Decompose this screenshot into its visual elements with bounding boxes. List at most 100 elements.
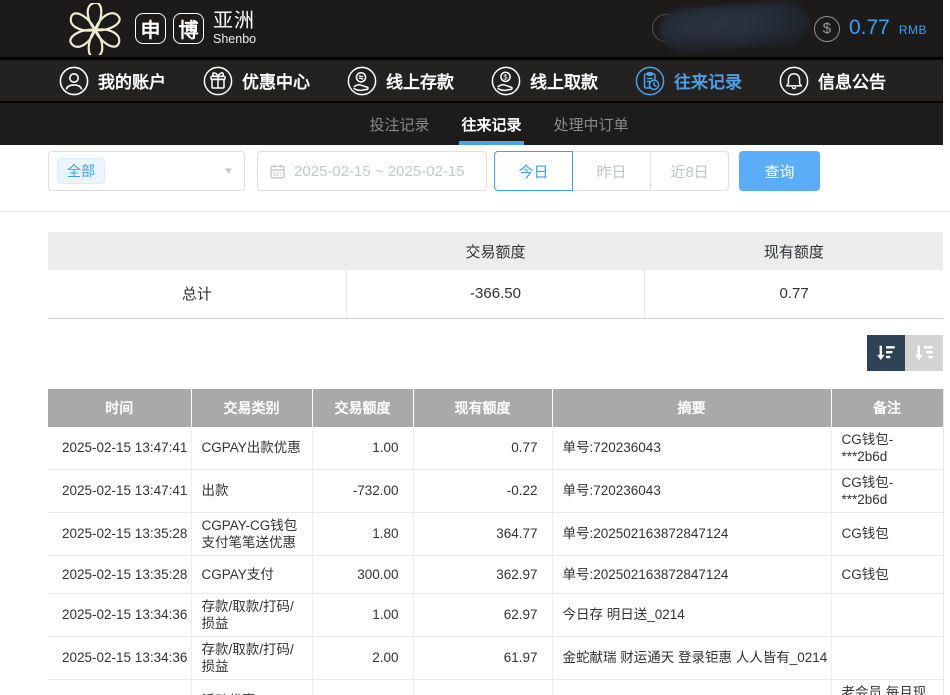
table-cell: CG钱包-***2b6d — [831, 427, 943, 470]
table-cell: -732.00 — [312, 469, 413, 512]
summary-header-transaction: 交易额度 — [346, 232, 644, 270]
sort-descending-button[interactable] — [867, 335, 905, 371]
table-cell — [831, 593, 943, 636]
chevron-down-icon: ▼ — [223, 166, 234, 176]
balance-display: $ 0.77 RMB — [814, 16, 927, 42]
col-header-amount: 交易额度 — [312, 389, 413, 427]
sort-ascending-button[interactable] — [905, 335, 943, 371]
transaction-type-select[interactable]: 全部 ▼ — [48, 151, 245, 191]
tab-transaction-records[interactable]: 往来记录 — [459, 103, 523, 145]
table-cell: 58.00 — [312, 679, 413, 695]
today-button[interactable]: 今日 — [494, 151, 573, 191]
logo-text: 亚洲 Shenbo — [213, 11, 256, 46]
nav-label: 信息公告 — [818, 68, 886, 93]
col-header-summary: 摘要 — [552, 389, 831, 427]
table-cell: 2025-02-15 13:47:41 — [48, 427, 191, 470]
table-cell: 单号:202502163872847124 — [552, 512, 831, 555]
withdraw-hand-icon: $ — [491, 66, 521, 96]
table-cell: 存款/取款/打码/损益 — [191, 636, 312, 679]
summary-balance-total: 0.77 — [645, 270, 943, 318]
section-divider — [0, 211, 950, 212]
nav-item-announcements[interactable]: 信息公告 — [779, 66, 886, 96]
deposit-hand-icon — [347, 66, 377, 96]
nav-item-promotions[interactable]: 优惠中心 — [203, 66, 310, 96]
logo-char-box: 博 — [173, 13, 204, 44]
summary-total-row: 总计 -366.50 0.77 — [48, 270, 943, 318]
summary-header-balance: 现有额度 — [645, 232, 943, 270]
calendar-icon — [269, 163, 286, 180]
flower-logo-icon — [62, 3, 128, 55]
table-cell: 出款 — [191, 469, 312, 512]
table-cell: 300.00 — [312, 555, 413, 593]
balance-currency: RMB — [899, 23, 927, 37]
col-header-type: 交易类别 — [191, 389, 312, 427]
nav-label: 线上取款 — [530, 68, 598, 93]
table-cell: 2025-02-15 13:34:36 — [48, 636, 191, 679]
table-row: 2025-02-15 13:34:36存款/取款/打码/损益1.0062.97今… — [48, 593, 943, 636]
nav-item-withdraw[interactable]: $ 线上取款 — [491, 66, 598, 96]
table-cell: 0.77 — [413, 427, 552, 470]
tab-pending-orders[interactable]: 处理中订单 — [552, 103, 631, 145]
nav-label: 优惠中心 — [242, 68, 310, 93]
table-cell: CGPAY支付 — [191, 555, 312, 593]
table-row: 2025-02-15 13:35:28CGPAY-CG钱包支付笔笔送优惠1.80… — [48, 512, 943, 555]
records-clipboard-icon — [635, 66, 665, 96]
logo-brand: Shenbo — [213, 33, 256, 46]
table-cell: 62.97 — [413, 593, 552, 636]
table-cell: 单号:720236043 — [552, 469, 831, 512]
page: 申 博 亚洲 Shenbo $ 0.77 RMB 我的账户 — [0, 0, 950, 695]
sort-amount-desc-icon — [875, 342, 897, 364]
bell-icon — [779, 66, 809, 96]
transactions-table: 时间 交易类别 交易额度 现有额度 摘要 备注 2025-02-15 13:47… — [48, 389, 944, 695]
content-area: 全部 ▼ 2025-02-15 ~ 2025-02-15 今日 昨日 近8日 — [0, 151, 950, 695]
date-range-input[interactable]: 2025-02-15 ~ 2025-02-15 — [257, 151, 487, 191]
table-cell: 金蛇献瑞 财运通天 登录钜惠 人人皆有_0214 — [552, 636, 831, 679]
table-cell: CGPAY-CG钱包支付笔笔送优惠 — [191, 512, 312, 555]
table-cell: CG钱包 — [831, 555, 943, 593]
nav-item-transaction-records[interactable]: 往来记录 — [635, 66, 742, 96]
site-logo[interactable]: 申 博 亚洲 Shenbo — [62, 3, 256, 55]
table-cell: 59.97 — [413, 679, 552, 695]
balance-amount: 0.77 — [849, 16, 890, 40]
table-cell: 单号:720236043 — [552, 427, 831, 470]
transactions-header-row: 时间 交易类别 交易额度 现有额度 摘要 备注 — [48, 389, 943, 427]
col-header-time: 时间 — [48, 389, 191, 427]
table-cell: 2025-02-15 13:35:28 — [48, 512, 191, 555]
table-cell — [831, 636, 943, 679]
query-button[interactable]: 查询 — [739, 151, 820, 191]
selected-type-tag[interactable]: 全部 — [57, 158, 105, 184]
gift-icon — [203, 66, 233, 96]
filter-row: 全部 ▼ 2025-02-15 ~ 2025-02-15 今日 昨日 近8日 — [48, 151, 950, 191]
table-cell: 存款/取款/打码/损益 — [191, 593, 312, 636]
table-row: 2025-02-15 13:47:41CGPAY出款优惠1.000.77单号:7… — [48, 427, 943, 470]
nav-label: 线上存款 — [386, 68, 454, 93]
table-cell: CGPAY出款优惠 — [191, 427, 312, 470]
table-cell — [552, 679, 831, 695]
table-cell: 1.00 — [312, 593, 413, 636]
logo-region: 亚洲 — [213, 11, 256, 31]
user-icon — [59, 66, 89, 96]
nav-item-my-account[interactable]: 我的账户 — [59, 66, 166, 96]
table-row: 2025-02-15 13:34:36存款/取款/打码/损益2.0061.97金… — [48, 636, 943, 679]
table-cell: 2.00 — [312, 636, 413, 679]
table-cell: 2025-02-15 13:47:41 — [48, 469, 191, 512]
table-row: 2025-02-15 13:47:41出款-732.00-0.22单号:7202… — [48, 469, 943, 512]
nav-item-deposit[interactable]: 线上存款 — [347, 66, 454, 96]
table-cell: 364.77 — [413, 512, 552, 555]
col-header-remark: 备注 — [831, 389, 943, 427]
table-cell: 老会员 每月现金回馈 — [831, 679, 943, 695]
logo-char-box: 申 — [135, 13, 166, 44]
yesterday-button[interactable]: 昨日 — [572, 151, 651, 191]
summary-header-empty — [48, 232, 346, 270]
table-cell: 2025-02-15 13:35:28 — [48, 555, 191, 593]
table-cell: CG钱包-***2b6d — [831, 469, 943, 512]
table-cell: 单号:202502163872847124 — [552, 555, 831, 593]
table-cell: 活动优惠 — [191, 679, 312, 695]
table-cell: CG钱包 — [831, 512, 943, 555]
tab-betting-records[interactable]: 投注记录 — [367, 103, 431, 145]
last-8-days-button[interactable]: 近8日 — [650, 151, 729, 191]
quick-date-button-group: 今日 昨日 近8日 — [494, 151, 729, 191]
table-row: 2025-02-15 13:34:33活动优惠58.0059.97老会员 每月现… — [48, 679, 943, 695]
sort-controls — [48, 335, 943, 371]
date-range-value: 2025-02-15 ~ 2025-02-15 — [294, 163, 465, 180]
